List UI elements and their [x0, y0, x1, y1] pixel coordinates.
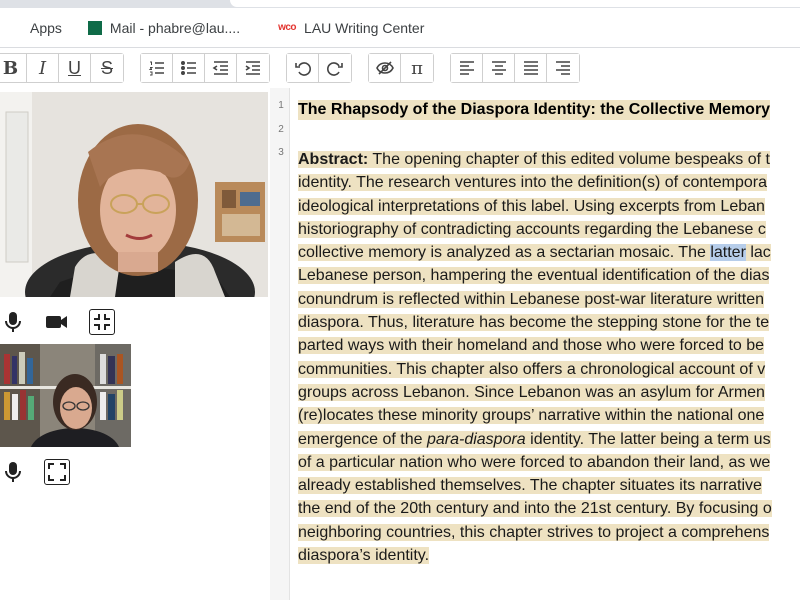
- text-line: neighboring countries, this chapter stri…: [298, 523, 770, 541]
- outdent-button[interactable]: [205, 54, 237, 82]
- eye-slash-icon: [375, 61, 394, 75]
- list-group: [140, 53, 270, 83]
- mail-icon: [87, 20, 102, 35]
- align-right-button[interactable]: [547, 54, 579, 82]
- main-video-image: [0, 92, 268, 297]
- abstract-label: Abstract:: [298, 151, 369, 168]
- text-line: conundrum is reflected within Lebanese p…: [298, 290, 765, 308]
- math-button[interactable]: π: [401, 54, 433, 82]
- bullet-list-button[interactable]: [173, 54, 205, 82]
- history-group: [286, 53, 352, 83]
- apps-grid-icon: [8, 21, 22, 35]
- align-justify-icon: [523, 61, 538, 75]
- indent-icon: [245, 61, 260, 75]
- text-line: Lebanese person, hampering the eventual …: [298, 267, 770, 285]
- bookmark-label: Mail - phabre@lau....: [109, 19, 241, 36]
- microphone-icon: [5, 312, 21, 332]
- text-line: groups across Lebanon. Since Lebanon was…: [298, 383, 765, 401]
- italic-button[interactable]: I: [27, 54, 59, 82]
- align-justify-button[interactable]: [515, 54, 547, 82]
- text-line: emergence of the para-diaspora identity.…: [298, 430, 771, 448]
- format-group: B I U S: [0, 53, 124, 83]
- video-camera-icon: [46, 316, 67, 328]
- camera-button[interactable]: [44, 309, 70, 335]
- bookmark-writing-center[interactable]: wco LAU Writing Center: [270, 14, 432, 42]
- text-line: diaspora. Thus, literature has become th…: [298, 314, 770, 332]
- numbered-list-button[interactable]: [141, 54, 173, 82]
- text-line: the end of the 20th century and into the…: [298, 500, 772, 518]
- text-line: collective memory is analyzed as a secta…: [298, 244, 771, 262]
- text-line: of a particular nation who were forced t…: [298, 453, 771, 471]
- text-line: historiography of contradicting accounts…: [298, 220, 766, 238]
- address-bar-edge: [230, 0, 800, 7]
- text-line: Abstract: The opening chapter of this ed…: [298, 151, 770, 168]
- line-number: 3: [278, 147, 284, 158]
- bullet-list-icon: [180, 60, 196, 76]
- bookmark-mail[interactable]: Mail - phabre@lau....: [80, 14, 248, 42]
- mic-button[interactable]: [0, 309, 26, 335]
- bookmark-label: LAU Writing Center: [304, 19, 425, 36]
- align-center-icon: [491, 61, 506, 75]
- redo-icon: [327, 62, 343, 76]
- video-panel: [0, 88, 270, 600]
- align-left-button[interactable]: [451, 54, 483, 82]
- text-line: ideological interpretations of this labe…: [298, 197, 765, 215]
- align-right-icon: [556, 61, 570, 75]
- fullscreen-button[interactable]: [44, 459, 70, 485]
- bookmarks-bar: Apps Mail - phabre@lau.... wco LAU Writi…: [0, 8, 800, 48]
- align-left-icon: [459, 61, 474, 75]
- participant-video-feed: [0, 344, 131, 447]
- browser-tab-strip: [0, 0, 800, 8]
- document-title[interactable]: The Rhapsody of the Diaspora Identity: t…: [298, 100, 771, 120]
- document-editor[interactable]: The Rhapsody of the Diaspora Identity: t…: [298, 96, 800, 600]
- undo-button[interactable]: [287, 54, 319, 82]
- line-number: 2: [278, 124, 284, 135]
- undo-icon: [294, 62, 311, 76]
- underline-button[interactable]: U: [59, 54, 91, 82]
- align-group: [450, 53, 580, 83]
- indent-button[interactable]: [237, 54, 269, 82]
- outdent-icon: [212, 61, 228, 75]
- selected-word: latter: [710, 244, 746, 262]
- microphone-icon: [5, 462, 21, 482]
- abstract-paragraph[interactable]: Abstract: The opening chapter of this ed…: [298, 148, 800, 567]
- fullscreen-icon: [48, 463, 66, 481]
- highlight-button[interactable]: [369, 54, 401, 82]
- bold-button[interactable]: B: [0, 54, 27, 82]
- text-line: diaspora’s identity.: [298, 547, 430, 565]
- minimize-button[interactable]: [89, 309, 115, 335]
- participant-video-image: [0, 344, 131, 447]
- editor-toolbar: B I U S π: [0, 48, 800, 88]
- wco-icon: wco: [278, 22, 297, 33]
- redo-button[interactable]: [319, 54, 351, 82]
- text-line: communities. This chapter also offers a …: [298, 360, 766, 378]
- bookmark-apps[interactable]: Apps: [0, 14, 70, 42]
- numbered-list-icon: [148, 61, 164, 76]
- strikethrough-button[interactable]: S: [91, 54, 123, 82]
- text-line: parted ways with their homeland and thos…: [298, 337, 765, 355]
- main-video-feed: [0, 92, 268, 297]
- insert-group: π: [368, 53, 434, 83]
- line-number-gutter: [270, 88, 290, 600]
- participant-mic-button[interactable]: [0, 459, 26, 485]
- bookmark-label: Apps: [30, 19, 62, 36]
- exit-fullscreen-icon: [94, 314, 110, 330]
- text-line: identity. The research ventures into the…: [298, 174, 767, 192]
- italic-term: para-diaspora: [426, 430, 526, 448]
- line-number: 1: [278, 100, 284, 111]
- text-line: (re)locates these minority groups’ narra…: [298, 407, 765, 425]
- text-line: already established themselves. The chap…: [298, 477, 762, 495]
- align-center-button[interactable]: [483, 54, 515, 82]
